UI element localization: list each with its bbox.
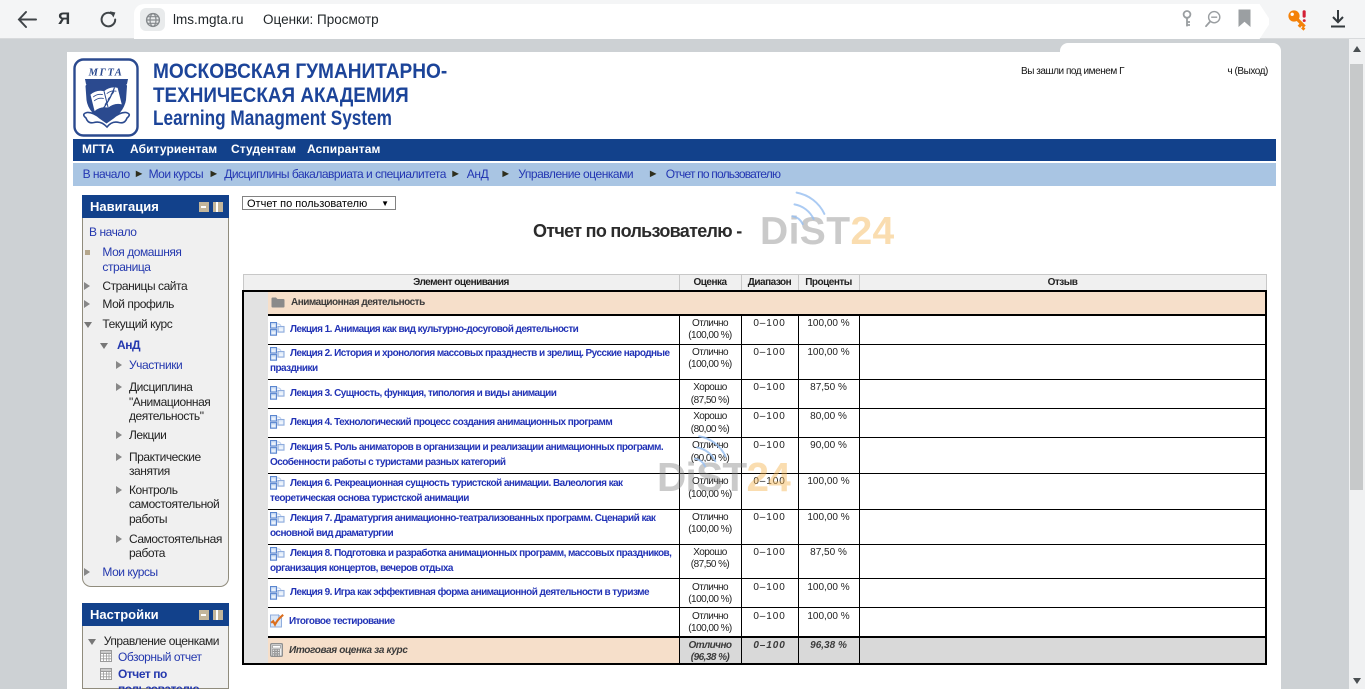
svg-text:МГТА: МГТА bbox=[88, 68, 124, 79]
